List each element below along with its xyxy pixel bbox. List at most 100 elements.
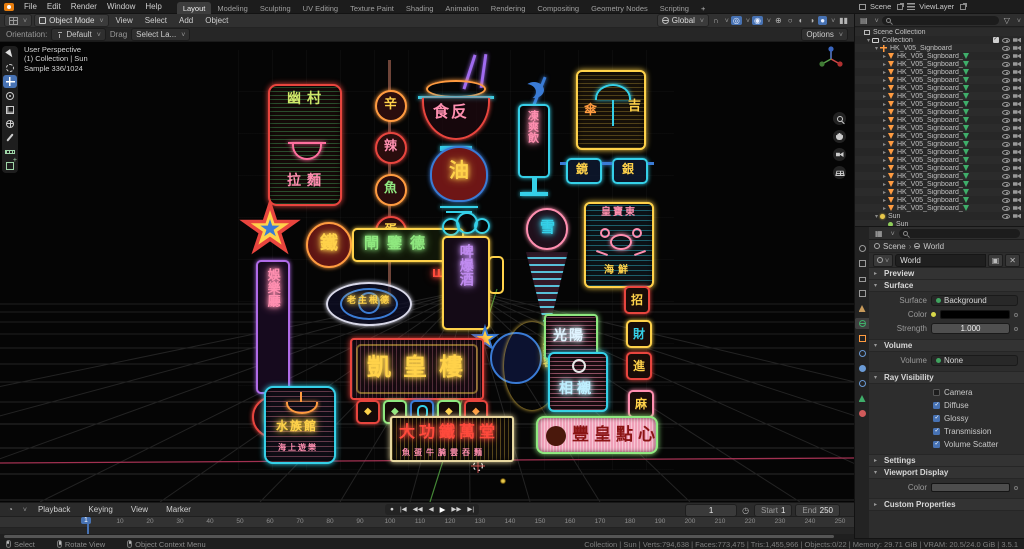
viewport-menu-select[interactable]: Select	[140, 16, 172, 25]
panel-header-ray-visibility[interactable]: ▾ Ray Visibility	[869, 372, 1024, 384]
mode-selector[interactable]: Object Mode	[34, 14, 109, 27]
play-reverse-button[interactable]: ◀	[427, 505, 436, 514]
properties-editor-icon[interactable]: ▦	[873, 229, 885, 238]
disable-render-icon[interactable]	[1013, 133, 1021, 139]
expand-icon[interactable]: ▸	[881, 125, 888, 132]
hide-viewport-icon[interactable]	[1002, 141, 1010, 147]
outliner-row-hk-v05-signboard-t[interactable]: ▸ HK_V05_Signboard_T	[855, 204, 1024, 212]
workspace-tab-rendering[interactable]: Rendering	[485, 2, 532, 14]
menu-file[interactable]: File	[19, 2, 42, 11]
menu-help[interactable]: Help	[140, 2, 166, 11]
tab-world-properties[interactable]	[855, 318, 869, 329]
panel-header-volume[interactable]: ▾ Volume	[869, 340, 1024, 352]
hide-viewport-icon[interactable]	[1002, 133, 1010, 139]
outliner-row-hk-v05-signboard-i[interactable]: ▸ HK_V05_Signboard_I	[855, 116, 1024, 124]
overlays-icon[interactable]: ◉	[751, 16, 763, 25]
scene-selector[interactable]: Scene	[870, 2, 891, 11]
color-color-swatch[interactable]	[931, 483, 1010, 492]
outliner-row-hk-v05-signboard-s[interactable]: ▸ HK_V05_Signboard_S	[855, 196, 1024, 204]
tab-render-properties[interactable]	[855, 258, 869, 269]
world-name-field[interactable]: World	[895, 253, 986, 267]
tab-output-properties[interactable]	[855, 273, 869, 284]
color-color-swatch[interactable]	[940, 310, 1010, 319]
expand-icon[interactable]: ▸	[881, 69, 888, 76]
disable-render-icon[interactable]	[1013, 45, 1021, 51]
expand-icon[interactable]: ▸	[881, 157, 888, 164]
expand-icon[interactable]: ▾	[873, 213, 880, 220]
expand-icon[interactable]: ▸	[881, 117, 888, 124]
hide-viewport-icon[interactable]	[1002, 165, 1010, 171]
disable-render-icon[interactable]	[1013, 197, 1021, 203]
pan-button[interactable]	[833, 130, 846, 143]
disable-render-icon[interactable]	[1013, 77, 1021, 83]
snap-icon[interactable]: ∩	[711, 16, 721, 25]
tab-view-layer-properties[interactable]	[855, 288, 869, 299]
animate-decorator-icon[interactable]	[1014, 485, 1018, 490]
workspace-tab-uv-editing[interactable]: UV Editing	[297, 2, 344, 14]
tab-object-properties[interactable]	[855, 333, 869, 344]
animate-decorator-icon[interactable]	[1014, 326, 1018, 331]
tab-material-properties[interactable]	[855, 408, 869, 419]
outliner-row-sun[interactable]: ▾ Sun	[855, 212, 1024, 220]
blender-logo-icon[interactable]	[4, 2, 14, 11]
disable-render-icon[interactable]	[1013, 85, 1021, 91]
neon-sign-shell-oil[interactable]: 油	[426, 144, 492, 216]
outliner-row-hk-v05-signboard-l[interactable]: ▸ HK_V05_Signboard_L	[855, 140, 1024, 148]
outliner-row-hk-v05-signboard-p[interactable]: ▸ HK_V05_Signboard_P	[855, 172, 1024, 180]
expand-icon[interactable]: ▸	[881, 101, 888, 108]
timeline-menu-marker[interactable]: Marker	[161, 505, 196, 514]
outliner-row-sun-data[interactable]: Sun	[855, 220, 1024, 226]
unlink-button[interactable]: ✕	[1005, 253, 1020, 267]
hide-viewport-icon[interactable]	[1002, 117, 1010, 123]
scrollbar-thumb[interactable]	[4, 535, 834, 538]
workspace-tab-layout[interactable]: Layout	[176, 1, 212, 14]
expand-icon[interactable]: ▾	[873, 45, 880, 52]
hide-viewport-icon[interactable]	[1002, 61, 1010, 67]
workspace-tab-modeling[interactable]: Modeling	[211, 2, 253, 14]
panel-header-surface[interactable]: ▾ Surface	[869, 280, 1024, 292]
neon-sign-sheung-chan[interactable]: 相襯	[548, 352, 608, 412]
tab-object-data-properties[interactable]	[855, 393, 869, 404]
hide-viewport-icon[interactable]	[1002, 189, 1010, 195]
hide-viewport-icon[interactable]	[1002, 213, 1010, 219]
outliner-row-scene-collection[interactable]: Scene Collection	[855, 28, 1024, 36]
outliner-row-hk-v05-signboard-h[interactable]: ▸ HK_V05_Signboard_H	[855, 108, 1024, 116]
expand-icon[interactable]: ▸	[881, 205, 888, 212]
hide-viewport-icon[interactable]	[1002, 85, 1010, 91]
editor-type-button[interactable]	[4, 14, 33, 27]
shading-rendered-icon[interactable]: ●	[818, 16, 828, 25]
viewlayer-selector[interactable]: ViewLayer	[919, 2, 954, 11]
expand-icon[interactable]: ▸	[881, 165, 888, 172]
outliner-row-hk-v05-signboard-g[interactable]: ▸ HK_V05_Signboard_G	[855, 100, 1024, 108]
outliner-row-hk-v05-signboard-r[interactable]: ▸ HK_V05_Signboard_R	[855, 188, 1024, 196]
disable-render-icon[interactable]	[1013, 117, 1021, 123]
tool-rotate[interactable]	[3, 89, 17, 102]
hide-viewport-icon[interactable]	[1002, 205, 1010, 211]
neon-sign-ramen-noodle[interactable]: 幽村 拉麵	[268, 84, 342, 206]
hide-viewport-icon[interactable]	[1002, 109, 1010, 115]
expand-icon[interactable]: ▸	[881, 109, 888, 116]
transform-orientation-selector[interactable]: Global	[656, 14, 710, 27]
hide-viewport-icon[interactable]	[1002, 93, 1010, 99]
disable-render-icon[interactable]	[1013, 165, 1021, 171]
workspace-tab-animation[interactable]: Animation	[439, 2, 484, 14]
neon-sign-kai-wong-lau[interactable]: 凱皇樓	[350, 338, 484, 400]
drag-mode-dropdown[interactable]: Select La...	[131, 28, 191, 41]
hide-viewport-icon[interactable]	[1002, 157, 1010, 163]
tab-scene-properties[interactable]	[855, 303, 869, 314]
outliner-row-hk-v05-signboard-f[interactable]: ▸ HK_V05_Signboard_F	[855, 92, 1024, 100]
disable-render-icon[interactable]	[1013, 93, 1021, 99]
neon-sign-eye-sign[interactable]: 老主根德	[326, 274, 414, 334]
neon-sign-tai-kung-banner[interactable]: 大功鐵萬堂 魚蛋牛腩雲吞麵	[390, 416, 514, 462]
camera-checkbox[interactable]	[933, 388, 940, 396]
tool-move[interactable]	[3, 75, 17, 88]
expand-icon[interactable]: ▸	[881, 149, 888, 156]
disable-render-icon[interactable]	[1013, 189, 1021, 195]
outliner-row-hk-v05-signboard-k[interactable]: ▸ HK_V05_Signboard_K	[855, 132, 1024, 140]
hide-viewport-icon[interactable]	[1002, 149, 1010, 155]
hide-viewport-icon[interactable]	[1002, 69, 1010, 75]
hide-viewport-icon[interactable]	[1002, 181, 1010, 187]
expand-icon[interactable]: ▸	[881, 85, 888, 92]
outliner-editor-icon[interactable]: ▤	[858, 16, 870, 25]
disable-render-icon[interactable]	[1013, 125, 1021, 131]
